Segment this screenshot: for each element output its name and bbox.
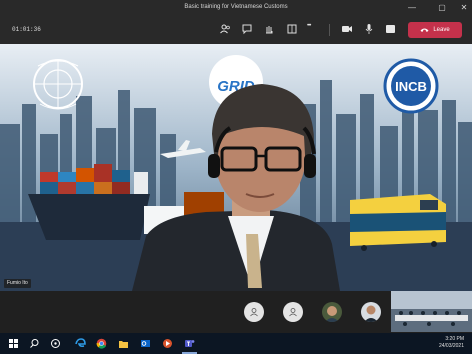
- edge-browser-icon[interactable]: [75, 338, 86, 349]
- person-icon: [250, 308, 258, 317]
- leave-button[interactable]: Leave: [408, 22, 462, 38]
- search-icon[interactable]: [29, 338, 40, 349]
- minimize-button[interactable]: —: [404, 2, 420, 13]
- participant-avatar[interactable]: [244, 302, 264, 322]
- headset-left: [208, 154, 220, 178]
- raise-hand-icon[interactable]: [263, 23, 275, 35]
- close-button[interactable]: ✕: [456, 2, 472, 13]
- leave-label: Leave: [433, 27, 450, 33]
- headset-right: [304, 154, 316, 178]
- microphone-icon[interactable]: [363, 23, 375, 35]
- teams-taskbar-icon[interactable]: [184, 338, 195, 349]
- video-stage: GRID INCB Fumio Ito: [0, 44, 472, 291]
- meeting-timer: 01:01:36: [12, 26, 41, 33]
- incb-logo: INCB: [383, 58, 439, 114]
- breakout-rooms-icon[interactable]: [286, 23, 298, 35]
- window-title: Basic training for Vietnamese Customs: [184, 4, 288, 10]
- participant-photo-avatar[interactable]: [322, 302, 342, 322]
- clock-time: 3:20 PM: [445, 336, 464, 342]
- room-video-thumbnail[interactable]: [391, 291, 472, 332]
- toolbar-divider: [329, 24, 330, 36]
- participants-icon[interactable]: [219, 23, 231, 35]
- windows-start-icon[interactable]: [8, 338, 19, 349]
- camera-icon[interactable]: [341, 23, 353, 35]
- participant-avatar[interactable]: [283, 302, 303, 322]
- clock-date: 24/03/2021: [438, 343, 464, 349]
- chat-icon[interactable]: [241, 23, 253, 35]
- chrome-icon[interactable]: [96, 338, 107, 349]
- participants-strip: [0, 291, 472, 333]
- phone-hangup-icon: [420, 28, 429, 32]
- maximize-button[interactable]: ▢: [434, 2, 450, 13]
- windows-taskbar: 3:20 PM 24/03/2021: [0, 333, 472, 354]
- more-actions-icon[interactable]: •••: [307, 23, 311, 29]
- task-view-icon[interactable]: [50, 338, 61, 349]
- incb-logo-text: INCB: [395, 79, 427, 94]
- person-icon: [289, 308, 297, 317]
- title-bar: Basic training for Vietnamese Customs — …: [0, 0, 472, 15]
- file-explorer-icon[interactable]: [118, 338, 129, 349]
- speaker-name-tag: Fumio Ito: [4, 279, 31, 288]
- teams-meeting-window: Basic training for Vietnamese Customs — …: [0, 0, 472, 354]
- meeting-toolbar: 01:01:36 ••• Leave: [0, 15, 472, 44]
- taskbar-clock[interactable]: 3:20 PM 24/03/2021: [439, 336, 464, 350]
- participant-photo-avatar[interactable]: [361, 302, 381, 322]
- media-app-icon[interactable]: [162, 338, 173, 349]
- outlook-icon[interactable]: [140, 338, 151, 349]
- speaker-video-background: GRID INCB: [0, 44, 472, 291]
- share-screen-icon[interactable]: [386, 25, 395, 33]
- train: [350, 194, 446, 251]
- un-emblem-logo: [33, 59, 83, 110]
